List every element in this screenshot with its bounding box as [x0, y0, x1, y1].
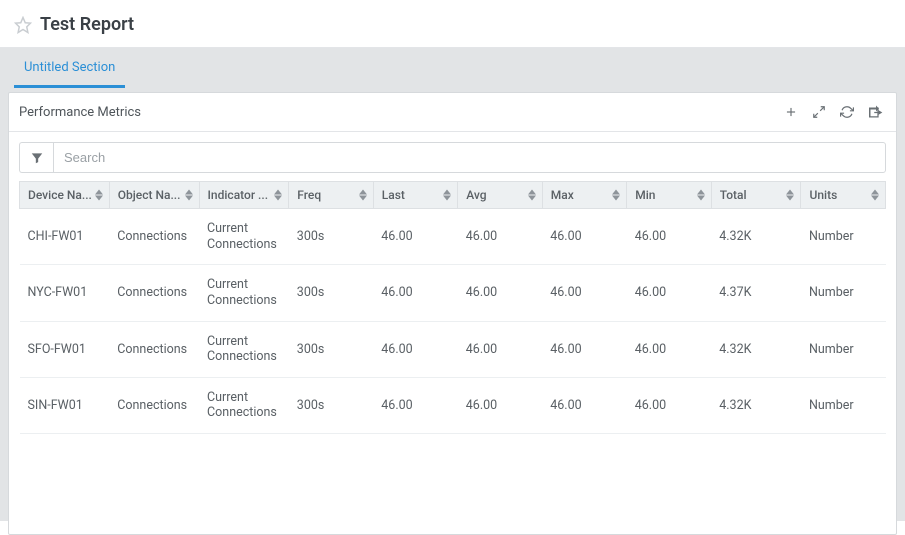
- metrics-table: Device Na... Object Na... Indicator ... …: [19, 181, 886, 434]
- cell-units: Number: [801, 377, 886, 433]
- col-header-avg[interactable]: Avg: [458, 182, 542, 209]
- col-header-label: Avg: [466, 188, 486, 202]
- cell-min: 46.00: [627, 377, 711, 433]
- col-header-object[interactable]: Object Na...: [109, 182, 199, 209]
- cell-object: Connections: [109, 209, 199, 265]
- search-row: [19, 142, 886, 173]
- cell-min: 46.00: [627, 209, 711, 265]
- page-header: Test Report: [0, 0, 905, 48]
- cell-total: 4.32K: [711, 321, 801, 377]
- cell-units: Number: [801, 209, 886, 265]
- col-header-label: Freq: [297, 188, 321, 202]
- cell-object: Connections: [109, 377, 199, 433]
- cell-avg: 46.00: [458, 209, 542, 265]
- sort-icon: [443, 190, 451, 201]
- cell-min: 46.00: [627, 321, 711, 377]
- cell-max: 46.00: [542, 377, 626, 433]
- col-header-label: Device Na...: [28, 188, 92, 202]
- col-header-indicator[interactable]: Indicator ...: [199, 182, 289, 209]
- cell-last: 46.00: [373, 377, 457, 433]
- col-header-max[interactable]: Max: [542, 182, 626, 209]
- cell-avg: 46.00: [458, 265, 542, 321]
- cell-total: 4.37K: [711, 265, 801, 321]
- metrics-panel: Performance Metrics: [8, 92, 897, 535]
- cell-freq: 300s: [289, 321, 373, 377]
- sort-icon: [786, 190, 794, 201]
- cell-device: CHI-FW01: [20, 209, 110, 265]
- col-header-label: Indicator ...: [208, 188, 269, 202]
- content-area: Untitled Section Performance Metrics: [0, 48, 905, 521]
- col-header-label: Min: [635, 188, 655, 202]
- panel-body: Device Na... Object Na... Indicator ... …: [9, 132, 896, 534]
- col-header-label: Units: [809, 188, 837, 202]
- panel-title: Performance Metrics: [19, 105, 141, 120]
- cell-last: 46.00: [373, 209, 457, 265]
- section-tabs: Untitled Section: [8, 48, 897, 88]
- cell-units: Number: [801, 265, 886, 321]
- cell-last: 46.00: [373, 265, 457, 321]
- col-header-label: Max: [551, 188, 574, 202]
- table-row[interactable]: CHI-FW01ConnectionsCurrent Connections30…: [20, 209, 886, 265]
- refresh-icon[interactable]: [836, 101, 858, 123]
- panel-header: Performance Metrics: [9, 93, 896, 132]
- table-header-row: Device Na... Object Na... Indicator ... …: [20, 182, 886, 209]
- cell-freq: 300s: [289, 209, 373, 265]
- cell-indicator: Current Connections: [199, 265, 289, 321]
- col-header-label: Object Na...: [118, 188, 181, 202]
- cell-min: 46.00: [627, 265, 711, 321]
- cell-indicator: Current Connections: [199, 377, 289, 433]
- col-header-min[interactable]: Min: [627, 182, 711, 209]
- sort-icon: [185, 190, 193, 201]
- page-title: Test Report: [40, 14, 134, 35]
- cell-indicator: Current Connections: [199, 209, 289, 265]
- cell-indicator: Current Connections: [199, 321, 289, 377]
- sort-icon: [95, 190, 103, 201]
- cell-device: NYC-FW01: [20, 265, 110, 321]
- cell-device: SFO-FW01: [20, 321, 110, 377]
- col-header-total[interactable]: Total: [711, 182, 801, 209]
- table-row[interactable]: SFO-FW01ConnectionsCurrent Connections30…: [20, 321, 886, 377]
- col-header-device[interactable]: Device Na...: [20, 182, 110, 209]
- cell-freq: 300s: [289, 377, 373, 433]
- sort-icon: [359, 190, 367, 201]
- search-input[interactable]: [53, 142, 886, 173]
- sort-icon: [274, 190, 282, 201]
- col-header-freq[interactable]: Freq: [289, 182, 373, 209]
- col-header-units[interactable]: Units: [801, 182, 886, 209]
- cell-freq: 300s: [289, 265, 373, 321]
- sort-icon: [697, 190, 705, 201]
- export-icon[interactable]: [864, 101, 886, 123]
- cell-total: 4.32K: [711, 209, 801, 265]
- cell-avg: 46.00: [458, 321, 542, 377]
- sort-icon: [612, 190, 620, 201]
- col-header-last[interactable]: Last: [373, 182, 457, 209]
- cell-object: Connections: [109, 265, 199, 321]
- sort-icon: [871, 190, 879, 201]
- col-header-label: Last: [382, 188, 405, 202]
- cell-max: 46.00: [542, 209, 626, 265]
- table-row[interactable]: SIN-FW01ConnectionsCurrent Connections30…: [20, 377, 886, 433]
- favorite-star-icon[interactable]: [14, 16, 32, 34]
- cell-object: Connections: [109, 321, 199, 377]
- fullscreen-icon[interactable]: [808, 101, 830, 123]
- cell-units: Number: [801, 321, 886, 377]
- table-row[interactable]: NYC-FW01ConnectionsCurrent Connections30…: [20, 265, 886, 321]
- cell-total: 4.32K: [711, 377, 801, 433]
- cell-max: 46.00: [542, 321, 626, 377]
- filter-icon[interactable]: [19, 142, 53, 173]
- cell-max: 46.00: [542, 265, 626, 321]
- tab-untitled-section[interactable]: Untitled Section: [14, 48, 125, 88]
- sort-icon: [528, 190, 536, 201]
- cell-avg: 46.00: [458, 377, 542, 433]
- col-header-label: Total: [720, 188, 747, 202]
- cell-device: SIN-FW01: [20, 377, 110, 433]
- cell-last: 46.00: [373, 321, 457, 377]
- plus-icon[interactable]: [780, 101, 802, 123]
